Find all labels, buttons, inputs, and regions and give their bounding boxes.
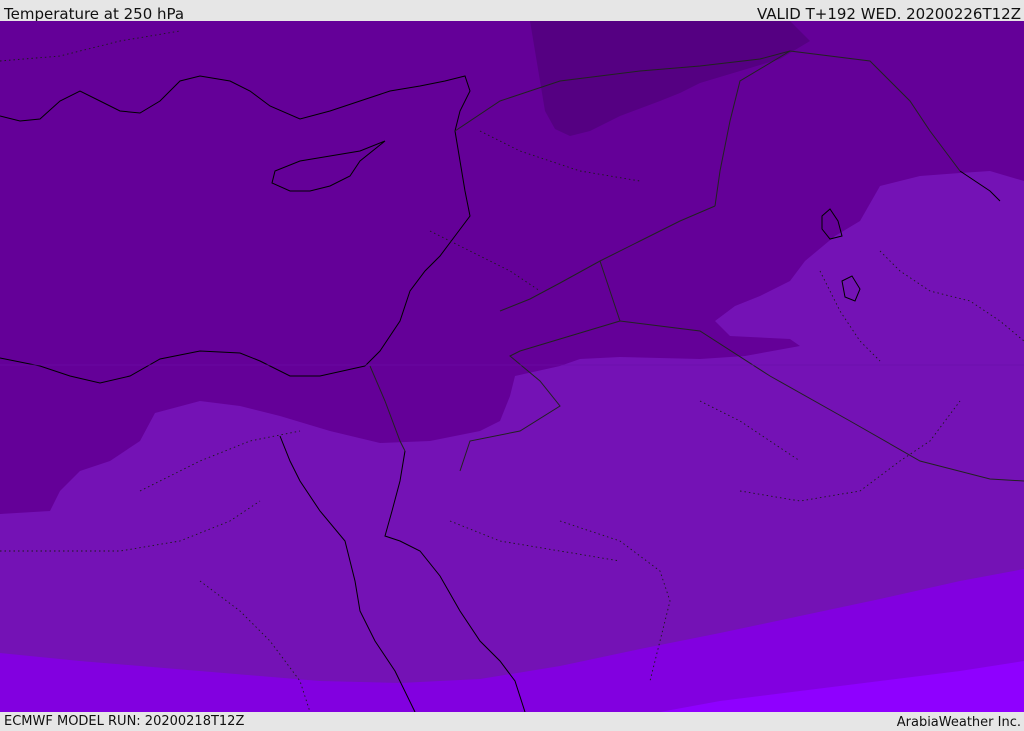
credit-label: ArabiaWeather Inc. <box>896 715 1021 730</box>
header-bar: Temperature at 250 hPa VALID T+192 WED. … <box>0 0 1024 23</box>
weather-map[interactable] <box>0 21 1024 712</box>
map-canvas <box>0 21 1024 712</box>
model-run-label: ECMWF MODEL RUN: 20200218T12Z <box>4 714 245 729</box>
footer-bar: ECMWF MODEL RUN: 20200218T12Z ArabiaWeat… <box>0 712 1024 730</box>
